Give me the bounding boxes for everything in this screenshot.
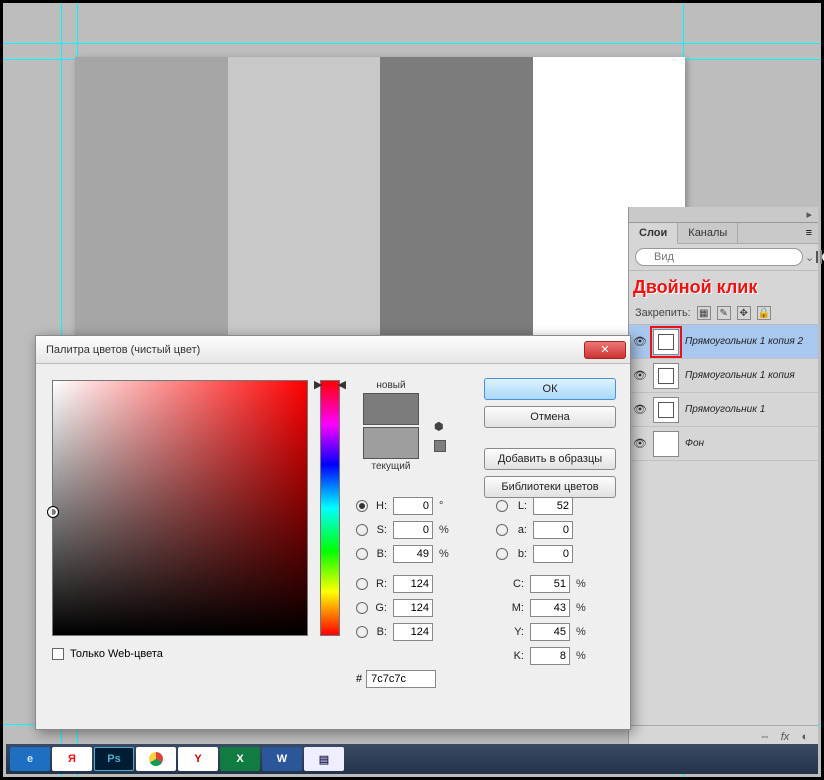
taskbar-yandex[interactable]: Я	[52, 747, 92, 771]
lock-all-icon[interactable]: 🔒	[757, 306, 771, 320]
radio-lb[interactable]	[496, 548, 508, 560]
radio-b[interactable]	[356, 548, 368, 560]
input-k[interactable]	[530, 647, 570, 665]
gamut-warning-icon[interactable]: ⬢	[434, 420, 448, 434]
taskbar-ie[interactable]: e	[10, 747, 50, 771]
tab-layers[interactable]: Слои	[629, 223, 678, 244]
ok-button[interactable]: ОК	[484, 378, 616, 400]
cancel-button[interactable]: Отмена	[484, 406, 616, 428]
fx-icon[interactable]: fx	[778, 730, 792, 744]
input-m[interactable]	[530, 599, 570, 617]
input-bc[interactable]	[393, 623, 433, 641]
current-label: текущий	[356, 461, 426, 472]
input-r[interactable]	[393, 575, 433, 593]
taskbar-notepad[interactable]: ▤	[304, 747, 344, 771]
swatch-current[interactable]	[363, 427, 419, 459]
panel-collapse-bar[interactable]: ▸	[628, 207, 818, 223]
dialog-buttons: ОК Отмена Добавить в образцы Библиотеки …	[484, 378, 616, 498]
input-y[interactable]	[530, 623, 570, 641]
layers-list: 👁 Прямоугольник 1 копия 2 👁 Прямоугольни…	[629, 324, 818, 725]
visibility-icon[interactable]: 👁	[633, 403, 647, 416]
layer-row[interactable]: 👁 Прямоугольник 1	[629, 393, 818, 427]
new-label: новый	[356, 380, 426, 391]
radio-l[interactable]	[496, 500, 508, 512]
layer-filter-row: ⌄	[629, 244, 818, 271]
input-h[interactable]	[393, 497, 433, 515]
panel-tabs: Слои Каналы ≡	[629, 223, 818, 244]
mask-icon[interactable]: ◐	[798, 730, 812, 744]
layer-thumbnail[interactable]	[653, 431, 679, 457]
dialog-title: Палитра цветов (чистый цвет)	[46, 344, 200, 356]
swatch-new[interactable]	[363, 393, 419, 425]
dialog-titlebar[interactable]: Палитра цветов (чистый цвет) ✕	[36, 336, 630, 364]
input-bv[interactable]	[393, 545, 433, 563]
radio-bc[interactable]	[356, 626, 368, 638]
color-cursor[interactable]	[48, 507, 58, 517]
visibility-icon[interactable]: 👁	[633, 369, 647, 382]
hex-input[interactable]	[366, 670, 436, 688]
radio-g[interactable]	[356, 602, 368, 614]
layer-thumbnail[interactable]	[653, 363, 679, 389]
color-picker-dialog: Палитра цветов (чистый цвет) ✕ ▶◀ новый …	[35, 335, 631, 730]
web-only-row: Только Web-цвета	[52, 648, 163, 660]
web-only-checkbox[interactable]	[52, 648, 64, 660]
visibility-icon[interactable]: 👁	[633, 335, 647, 348]
radio-s[interactable]	[356, 524, 368, 536]
lock-pixels-icon[interactable]: ▦	[697, 306, 711, 320]
tab-channels[interactable]: Каналы	[678, 223, 738, 243]
close-icon[interactable]: ✕	[584, 341, 626, 359]
layer-thumbnail[interactable]	[653, 329, 679, 355]
swatch-column: новый текущий	[356, 380, 426, 472]
web-only-label: Только Web-цвета	[70, 648, 163, 660]
layer-row[interactable]: 👁 Фон	[629, 427, 818, 461]
layer-name[interactable]: Фон	[685, 438, 704, 449]
link-layers-icon[interactable]: ⇔	[758, 730, 772, 744]
hue-slider[interactable]	[320, 380, 340, 636]
layer-row[interactable]: 👁 Прямоугольник 1 копия	[629, 359, 818, 393]
annotation-text: Двойной клик	[629, 271, 818, 304]
input-lb[interactable]	[533, 545, 573, 563]
input-g[interactable]	[393, 599, 433, 617]
filter-type-icon[interactable]	[816, 251, 818, 263]
layers-panel: Слои Каналы ≡ ⌄ Двойной клик Закрепить: …	[628, 223, 818, 748]
lock-brush-icon[interactable]: ✎	[717, 306, 731, 320]
hex-label: #	[356, 673, 362, 685]
add-swatch-button[interactable]: Добавить в образцы	[484, 448, 616, 470]
color-field[interactable]	[52, 380, 308, 636]
hue-slider-handle[interactable]: ▶◀	[314, 378, 346, 391]
taskbar-photoshop[interactable]: Ps	[94, 747, 134, 771]
layer-name[interactable]: Прямоугольник 1 копия 2	[685, 336, 803, 347]
panel-menu-icon[interactable]: ≡	[800, 223, 818, 243]
layer-filter-input[interactable]	[635, 248, 803, 266]
visibility-icon[interactable]: 👁	[633, 437, 647, 450]
layer-name[interactable]: Прямоугольник 1	[685, 404, 765, 415]
hex-row: #	[356, 670, 436, 688]
layer-row[interactable]: 👁 Прямоугольник 1 копия 2	[629, 325, 818, 359]
taskbar-word[interactable]: W	[262, 747, 302, 771]
dialog-body: ▶◀ новый текущий ⬢ ОК Отмена Добавить в …	[36, 364, 630, 729]
taskbar: e Я Ps Y X W ▤	[6, 744, 818, 774]
layer-thumbnail[interactable]	[653, 397, 679, 423]
websafe-swatch-icon[interactable]	[434, 440, 446, 452]
lock-row: Закрепить: ▦ ✎ ✥ 🔒	[629, 304, 818, 324]
taskbar-excel[interactable]: X	[220, 747, 260, 771]
radio-h[interactable]	[356, 500, 368, 512]
input-s[interactable]	[393, 521, 433, 539]
input-c[interactable]	[530, 575, 570, 593]
radio-a[interactable]	[496, 524, 508, 536]
taskbar-yandex-browser[interactable]: Y	[178, 747, 218, 771]
radio-r[interactable]	[356, 578, 368, 590]
workspace: ▸ Слои Каналы ≡ ⌄ Двойной клик Закрепить…	[3, 3, 821, 777]
guide-h	[3, 43, 821, 44]
input-a[interactable]	[533, 521, 573, 539]
filter-toggle[interactable]	[820, 250, 822, 264]
input-l[interactable]	[533, 497, 573, 515]
layer-name[interactable]: Прямоугольник 1 копия	[685, 370, 795, 381]
lock-position-icon[interactable]: ✥	[737, 306, 751, 320]
lock-label: Закрепить:	[635, 307, 691, 319]
taskbar-chrome[interactable]	[136, 747, 176, 771]
